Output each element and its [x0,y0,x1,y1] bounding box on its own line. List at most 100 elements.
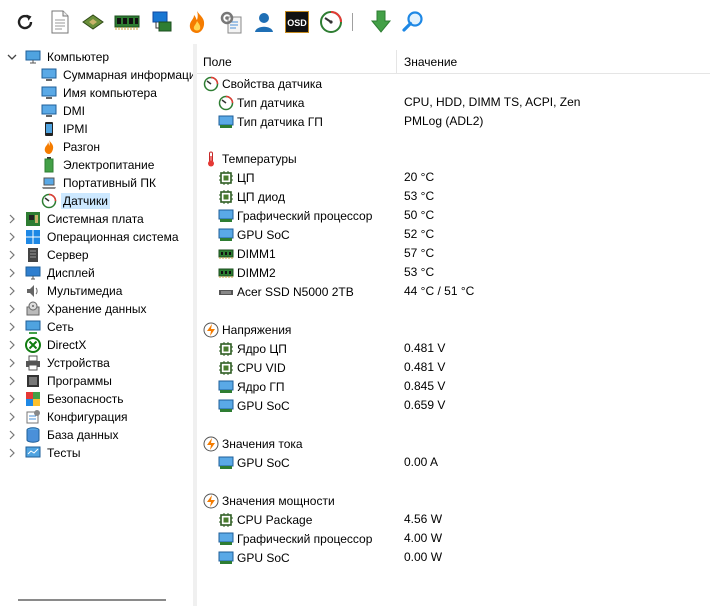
summary-icon [40,67,58,83]
sensor-row[interactable]: GPU SoC [218,225,290,244]
expand-chevron-icon[interactable] [6,375,18,387]
tree-item-top[interactable]: Конфигурация [6,408,130,426]
expand-chevron-icon[interactable] [6,393,18,405]
tree-item-label: Компьютер [47,50,110,64]
tree-item-child[interactable]: Имя компьютера [40,84,159,102]
column-header-value[interactable]: Значение [398,50,710,74]
group-title: Значения мощности [222,493,335,508]
cpu-package-icon [218,512,234,528]
sensor-row[interactable]: GPU SoC [218,396,290,415]
report-button[interactable] [47,8,73,36]
computer-name-icon [40,85,58,101]
overclock-button[interactable] [184,8,210,36]
sensor-row[interactable]: Тип датчика ГП [218,112,323,131]
tree-item-top[interactable]: Системная плата [6,210,146,228]
search-button[interactable] [400,8,426,36]
expand-chevron-icon[interactable] [6,213,18,225]
thermometer-icon [203,151,219,167]
navigation-tree: Компьютер Суммарная информация Имя компьют… [0,44,193,606]
expand-chevron-icon[interactable] [6,285,18,297]
group-header[interactable]: Напряжения [203,320,291,339]
tree-item-child[interactable]: Разгон [40,138,102,156]
osd-button[interactable]: OSD [284,8,310,36]
sensor-row[interactable]: Ядро ЦП [218,339,287,358]
network-button[interactable] [149,8,175,36]
sensor-name: Графический процессор [237,208,373,223]
tree-item-top[interactable]: Устройства [6,354,112,372]
user-icon [255,13,273,32]
sensor-row[interactable]: Acer SSD N5000 2TB [218,282,354,301]
sensor-row[interactable]: Ядро ГП [218,377,284,396]
tree-item-top[interactable]: Сеть [6,318,76,336]
expand-chevron-icon[interactable] [6,321,18,333]
sensor-row[interactable]: Тип датчика [218,93,304,112]
group-header[interactable]: Температуры [203,149,297,168]
download-button[interactable] [368,8,394,36]
sensor-row[interactable]: ЦП [218,168,255,187]
tree-item-top[interactable]: Безопасность [6,390,126,408]
tree-item-child[interactable]: Суммарная информация [40,66,193,84]
memory-button[interactable] [114,8,140,36]
tree-item-computer[interactable]: Компьютер [6,48,111,66]
sensor-row[interactable]: CPU Package [218,510,312,529]
tree-item-label: Устройства [47,356,110,370]
expand-chevron-icon[interactable] [6,339,18,351]
overclock-flame-icon [189,11,205,33]
tree-horizontal-scrollbar[interactable] [0,590,193,606]
tree-item-top[interactable]: Мультимедиа [6,282,124,300]
user-button[interactable] [251,8,277,36]
cpu-chip-icon [82,14,104,30]
tree-item-top[interactable]: DirectX [6,336,88,354]
sensor-row[interactable]: GPU SoC [218,548,290,567]
expand-chevron-icon[interactable] [6,429,18,441]
sensor-row[interactable]: Графический процессор [218,206,372,225]
scrollbar-thumb[interactable] [18,599,166,601]
expand-chevron-icon[interactable] [6,303,18,315]
expand-chevron-icon[interactable] [6,267,18,279]
sensor-name: ЦП диод [237,189,285,204]
expand-chevron-icon[interactable] [6,447,18,459]
column-header-field[interactable]: Поле [197,50,397,74]
ipmi-icon [40,121,58,137]
tree-item-child[interactable]: Портативный ПК [40,174,158,192]
tree-item-label: Тесты [47,446,81,460]
sensor-row[interactable]: ЦП диод [218,187,285,206]
gauge-button[interactable] [318,8,344,36]
group-header[interactable]: Свойства датчика [203,74,322,93]
tree-item-top[interactable]: Операционная система [6,228,181,246]
tree-item-child[interactable]: IPMI [40,120,90,138]
current-icon [203,436,219,452]
sensor-name: GPU SoC [237,455,290,470]
sensor-name: CPU Package [237,512,313,527]
tree-item-top[interactable]: База данных [6,426,120,444]
group-header[interactable]: Значения мощности [203,491,335,510]
expand-chevron-icon[interactable] [6,357,18,369]
refresh-button[interactable] [12,8,38,36]
tree-item-top[interactable]: Хранение данных [6,300,149,318]
sensor-name: Acer SSD N5000 2TB [237,284,354,299]
tree-item-top[interactable]: Программы [6,372,114,390]
sensor-value: 4.00 W [404,531,443,545]
sensor-row[interactable]: GPU SoC [218,453,290,472]
tree-item-label: Конфигурация [47,410,128,424]
sensor-value: 50 °C [404,208,435,222]
sensor-name: Ядро ГП [237,379,285,394]
group-header[interactable]: Значения тока [203,434,303,453]
expand-chevron-icon[interactable] [6,231,18,243]
cpu-button[interactable] [80,8,106,36]
tree-item-top[interactable]: Дисплей [6,264,97,282]
sensor-row[interactable]: CPU VID [218,358,286,377]
tools-button[interactable] [218,8,244,36]
sensor-row[interactable]: DIMM1 [218,244,276,263]
tree-item-top[interactable]: Сервер [6,246,91,264]
expand-chevron-icon[interactable] [6,411,18,423]
tree-item-top[interactable]: Тесты [6,444,82,462]
tree-item-child[interactable]: DMI [40,102,87,120]
tree-item-label: База данных [47,428,119,442]
expand-chevron-icon[interactable] [6,249,18,261]
tree-item-child[interactable]: Датчики [40,192,110,210]
sensor-row[interactable]: DIMM2 [218,263,276,282]
tree-item-child[interactable]: Электропитание [40,156,156,174]
collapse-chevron-icon[interactable] [6,51,18,63]
sensor-row[interactable]: Графический процессор [218,529,372,548]
